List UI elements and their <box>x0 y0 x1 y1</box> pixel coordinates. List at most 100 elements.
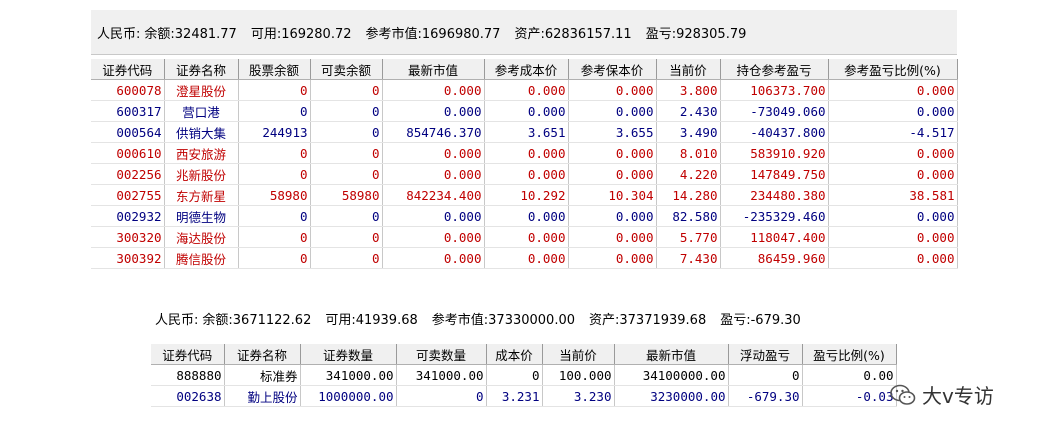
table-cell: 300320 <box>91 226 165 248</box>
table-row[interactable]: 002932 明德生物 0 0 0.000 0.000 0.000 82.580 -235329… <box>91 205 958 227</box>
column-header[interactable]: 当前价 <box>656 59 721 80</box>
table-row[interactable]: 000564 供销大集 244913 0 854746.370 3.651 3.655 3.4… <box>91 121 958 143</box>
table-cell: 勤上股份 <box>224 385 301 407</box>
table-cell: 0.000 <box>484 247 569 269</box>
table-row[interactable]: 888880 标准券 341000.00 341000.00 0 100.000 34100… <box>151 364 897 386</box>
table-cell: 3230000.00 <box>614 385 729 407</box>
column-header[interactable]: 可卖数量 <box>396 344 487 365</box>
table-cell: 0.000 <box>484 79 569 101</box>
table-cell: 3.230 <box>542 385 615 407</box>
table-cell: 341000.00 <box>396 364 487 386</box>
table-cell: 0 <box>238 142 311 164</box>
account-panel-main: 人民币: 余额:32481.77 可用:169280.72 参考市值:16969… <box>91 10 958 282</box>
table-cell: 300392 <box>91 247 165 269</box>
table-cell: 0 <box>310 163 383 185</box>
table-cell: 118047.400 <box>720 226 829 248</box>
table-cell: 腾信股份 <box>164 247 239 269</box>
table-cell: 0 <box>310 121 383 143</box>
column-header[interactable]: 证券名称 <box>164 59 239 80</box>
table-cell: 3.651 <box>484 121 569 143</box>
assets-value: 资产:62836157.11 <box>514 26 632 42</box>
column-header[interactable]: 浮动盈亏 <box>728 344 803 365</box>
table-cell: 0.000 <box>382 205 485 227</box>
table-cell: 86459.960 <box>720 247 829 269</box>
table-cell: -235329.460 <box>720 205 829 227</box>
watermark: 大v专访 <box>890 380 994 409</box>
column-header[interactable]: 股票余额 <box>238 59 311 80</box>
table-cell: 3.231 <box>486 385 543 407</box>
column-header[interactable]: 可卖余额 <box>310 59 383 80</box>
table-cell: 营口港 <box>164 100 239 122</box>
column-header[interactable]: 参考成本价 <box>484 59 569 80</box>
table-cell: 明德生物 <box>164 205 239 227</box>
table-cell: 58980 <box>310 184 383 206</box>
table-row[interactable]: 002638 勤上股份 1000000.00 0 3.231 3.230 3230000.0… <box>151 385 897 407</box>
table-cell: 0.000 <box>828 205 958 227</box>
table-cell: 兆新股份 <box>164 163 239 185</box>
table-cell: 0.000 <box>382 142 485 164</box>
table-cell: 106373.700 <box>720 79 829 101</box>
table-cell: 0.000 <box>568 205 657 227</box>
table-cell: 5.770 <box>656 226 721 248</box>
table-cell: 0.000 <box>484 100 569 122</box>
table-row[interactable]: 600317 营口港 0 0 0.000 0.000 0.000 2.430 -73049.06… <box>91 100 958 122</box>
table-cell: 0.000 <box>484 163 569 185</box>
table-cell: 0.000 <box>828 100 958 122</box>
bond-holdings-table: 证券代码 证券名称 证券数量 可卖数量 成本价 当前价 最新市值 浮动盈亏 盈亏比例(%) 88… <box>151 344 897 407</box>
table-cell: 供销大集 <box>164 121 239 143</box>
table-cell: 0 <box>396 385 487 407</box>
table-cell: 0.000 <box>484 142 569 164</box>
table-cell: 14.280 <box>656 184 721 206</box>
balance-value-2: 余额:3671122.62 <box>202 312 312 328</box>
column-header[interactable]: 证券名称 <box>224 344 301 365</box>
table-cell: 0.000 <box>382 79 485 101</box>
column-header[interactable]: 证券数量 <box>300 344 397 365</box>
column-header[interactable]: 参考盈亏比例(%) <box>828 59 958 80</box>
table-cell: 0 <box>310 226 383 248</box>
table-cell: 0.000 <box>568 247 657 269</box>
table-cell: -73049.060 <box>720 100 829 122</box>
column-header[interactable]: 持仓参考盈亏 <box>720 59 829 80</box>
assets-value-2: 资产:37371939.68 <box>589 312 707 328</box>
table-row[interactable]: 000610 西安旅游 0 0 0.000 0.000 0.000 8.010 583910.9… <box>91 142 958 164</box>
table-cell: 854746.370 <box>382 121 485 143</box>
column-header[interactable]: 证券代码 <box>151 344 225 365</box>
table-cell: 0.00 <box>802 364 897 386</box>
table-cell: 82.580 <box>656 205 721 227</box>
column-header[interactable]: 成本价 <box>486 344 543 365</box>
column-header[interactable]: 最新市值 <box>614 344 729 365</box>
table-cell: 888880 <box>151 364 225 386</box>
column-header[interactable]: 最新市值 <box>382 59 485 80</box>
column-header[interactable]: 盈亏比例(%) <box>802 344 897 365</box>
table-cell: 0.000 <box>568 226 657 248</box>
table-cell: -679.30 <box>728 385 803 407</box>
account-summary-bar: 人民币: 余额:32481.77 可用:169280.72 参考市值:16969… <box>91 10 957 55</box>
currency-label: 人民币: <box>97 26 141 42</box>
column-header[interactable]: 参考保本价 <box>568 59 657 80</box>
table-cell: 147849.750 <box>720 163 829 185</box>
holdings-table: 证券代码 证券名称 股票余额 可卖余额 最新市值 参考成本价 参考保本价 当前价 持仓参考盈亏参… <box>91 59 958 269</box>
table-cell: 0 <box>238 205 311 227</box>
table-cell: 0.000 <box>568 163 657 185</box>
table-cell: -40437.800 <box>720 121 829 143</box>
table-row[interactable]: 300320 海达股份 0 0 0.000 0.000 0.000 5.770 118047.4… <box>91 226 958 248</box>
profit-value: 盈亏:928305.79 <box>645 26 747 42</box>
column-header[interactable]: 当前价 <box>542 344 615 365</box>
table-cell: 10.292 <box>484 184 569 206</box>
table-row[interactable]: 002755 东方新星 58980 58980 842234.400 10.292 10.3… <box>91 184 958 206</box>
table-cell: 0 <box>728 364 803 386</box>
table-cell: 0 <box>238 226 311 248</box>
table-cell: 100.000 <box>542 364 615 386</box>
table-row[interactable]: 300392 腾信股份 0 0 0.000 0.000 0.000 7.430 86459.96… <box>91 247 958 269</box>
table-cell: 0 <box>310 247 383 269</box>
table-cell: 341000.00 <box>300 364 397 386</box>
table-row[interactable]: 600078 澄星股份 0 0 0.000 0.000 0.000 3.800 106373.7… <box>91 79 958 101</box>
table-cell: 0 <box>486 364 543 386</box>
column-header[interactable]: 证券代码 <box>91 59 165 80</box>
table-cell: 4.220 <box>656 163 721 185</box>
table-cell: 2.430 <box>656 100 721 122</box>
balance-value: 余额:32481.77 <box>144 26 237 42</box>
table-cell: 0.000 <box>568 142 657 164</box>
table-row[interactable]: 002256 兆新股份 0 0 0.000 0.000 0.000 4.220 147849.7… <box>91 163 958 185</box>
table-cell: 0 <box>310 205 383 227</box>
